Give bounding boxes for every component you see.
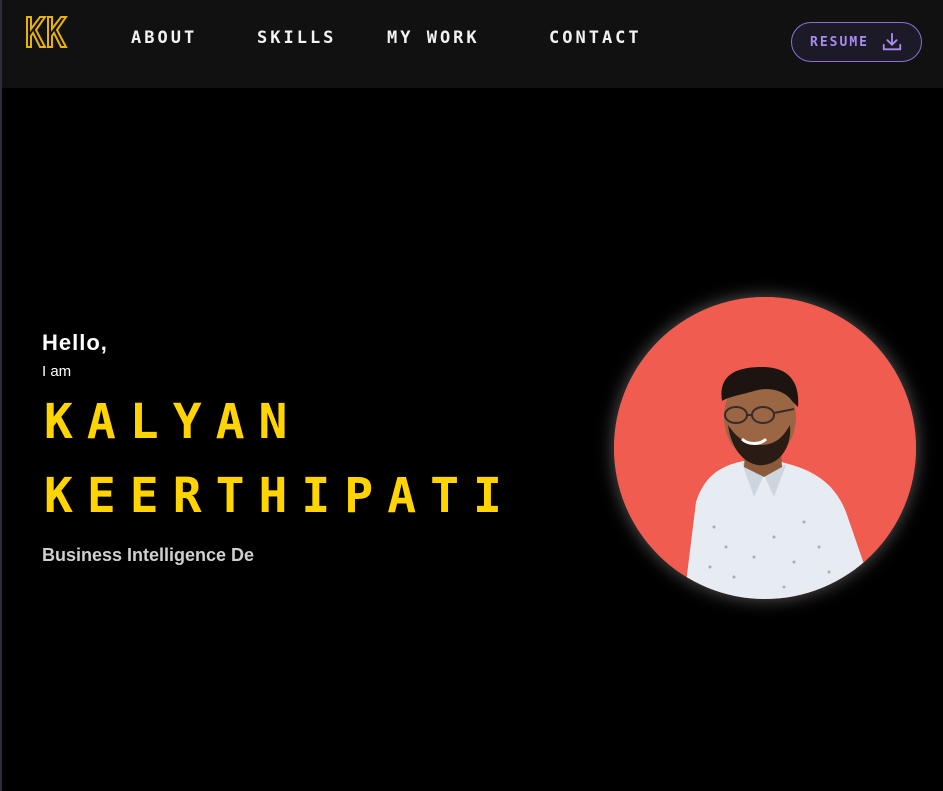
name-last: KEERTHIPATI xyxy=(44,468,516,524)
download-icon xyxy=(882,32,902,51)
profile-photo xyxy=(614,297,916,599)
person-portrait-image xyxy=(614,297,916,599)
name-first: KALYAN xyxy=(44,394,302,450)
logo[interactable] xyxy=(24,14,70,50)
resume-download-button[interactable]: RESUME xyxy=(791,22,922,62)
nav-link-about[interactable]: ABOUT xyxy=(131,28,197,48)
top-navigation-bar: ABOUT SKILLS MY WORK CONTACT RESUME xyxy=(2,0,943,88)
portfolio-page: ABOUT SKILLS MY WORK CONTACT RESUME Hell… xyxy=(0,0,943,791)
greeting-text: Hello, xyxy=(42,330,108,355)
kk-logo-icon xyxy=(26,16,68,48)
nav-link-my-work[interactable]: MY WORK xyxy=(387,28,480,48)
role-typing-text: Business Intelligence De xyxy=(42,545,255,565)
nav-link-contact[interactable]: CONTACT xyxy=(549,28,642,48)
intro-text: I am xyxy=(42,363,72,380)
nav-link-skills[interactable]: SKILLS xyxy=(257,28,336,48)
resume-button-label: RESUME xyxy=(810,34,869,50)
